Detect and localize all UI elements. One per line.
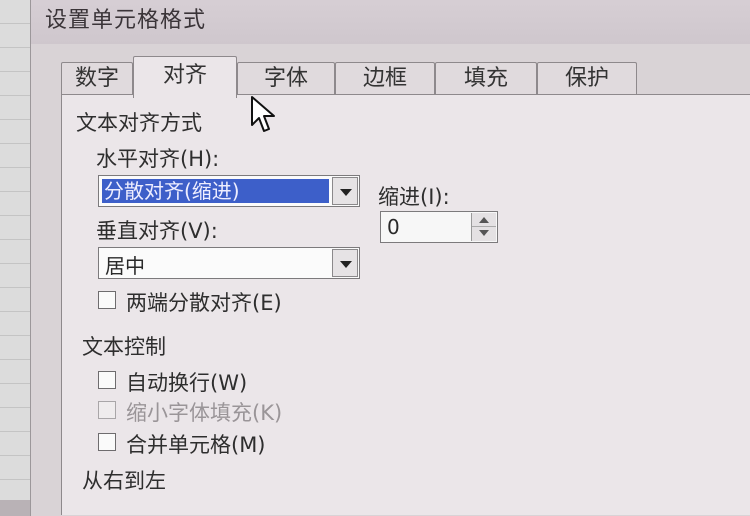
spinner-buttons	[471, 213, 496, 241]
tab-label: 填充	[463, 66, 508, 91]
horizontal-align-select[interactable]: 分散对齐(缩进)	[98, 175, 360, 207]
horizontal-align-value: 分散对齐(缩进)	[102, 179, 329, 203]
indent-spinner[interactable]: 0	[380, 211, 498, 243]
text-control-group-label: 文本控制	[82, 335, 166, 359]
spin-up-button[interactable]	[472, 213, 496, 227]
tab-alignment[interactable]: 对齐	[133, 56, 237, 98]
tab-border[interactable]: 边框	[335, 62, 435, 96]
arrow-down-icon	[479, 230, 489, 236]
tab-fill[interactable]: 填充	[435, 62, 537, 96]
wrap-text-checkbox[interactable]	[98, 371, 116, 389]
tab-label: 保护	[564, 66, 609, 91]
justify-distributed-label: 两端分散对齐(E)	[126, 291, 282, 315]
vertical-align-dropdown-button[interactable]	[332, 249, 358, 277]
spin-down-button[interactable]	[472, 227, 496, 241]
dialog-title: 设置单元格格式	[45, 8, 207, 33]
tab-label: 对齐	[162, 63, 207, 88]
wrap-text-label: 自动换行(W)	[126, 371, 248, 395]
merge-cells-checkbox[interactable]	[98, 433, 116, 451]
alignment-panel: 文本对齐方式 水平对齐(H): 分散对齐(缩进) 缩进(I): 0 垂直对齐(V…	[61, 94, 750, 515]
tab-number[interactable]: 数字	[61, 62, 133, 96]
chevron-down-icon	[340, 189, 352, 196]
indent-value: 0	[387, 215, 400, 239]
horizontal-align-dropdown-button[interactable]	[332, 177, 358, 205]
arrow-up-icon	[479, 217, 489, 223]
horizontal-align-label: 水平对齐(H):	[96, 147, 220, 171]
vertical-align-value: 居中	[105, 254, 145, 278]
title-bar[interactable]: 设置单元格格式	[31, 0, 750, 44]
mouse-pointer-icon	[251, 96, 275, 132]
shrink-to-fit-checkbox[interactable]	[98, 401, 116, 419]
text-alignment-group-label: 文本对齐方式	[76, 111, 202, 135]
vertical-align-select[interactable]: 居中	[98, 247, 360, 279]
tab-label: 数字	[74, 66, 119, 91]
tab-protection[interactable]: 保护	[537, 62, 637, 96]
format-cells-dialog: 设置单元格格式 数字 对齐 字体 边框 填充 保护 文本对齐方式 水平对齐(H)…	[30, 0, 750, 516]
merge-cells-label: 合并单元格(M)	[126, 433, 266, 457]
right-to-left-group-label: 从右到左	[82, 469, 166, 493]
tab-font[interactable]: 字体	[237, 62, 335, 96]
tab-label: 边框	[362, 66, 407, 91]
tab-label: 字体	[263, 66, 308, 91]
indent-label: 缩进(I):	[378, 185, 450, 209]
vertical-align-label: 垂直对齐(V):	[96, 219, 218, 243]
justify-distributed-checkbox[interactable]	[98, 291, 116, 309]
chevron-down-icon	[340, 261, 352, 268]
shrink-to-fit-label: 缩小字体填充(K)	[126, 401, 283, 425]
